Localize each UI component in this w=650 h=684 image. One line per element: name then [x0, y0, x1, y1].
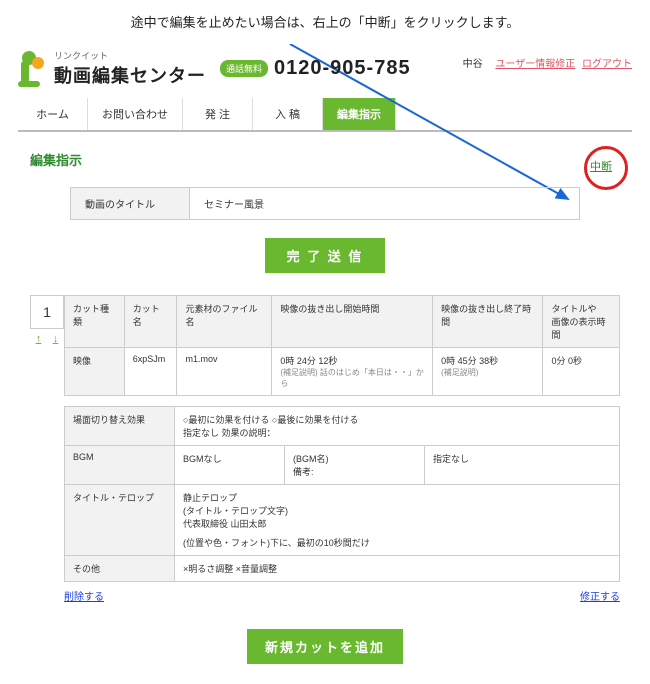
cell-start: 0時 24分 12秒 (補足説明) 話のはじめ「本日は・・」から — [272, 348, 433, 396]
nav-tabs: ホーム お問い合わせ 発 注 入 稿 編集指示 — [18, 98, 632, 132]
user-area: 中谷 ユーザー情報修正 ログアウト — [463, 55, 632, 70]
add-cut-button[interactable]: 新規カットを追加 — [247, 629, 403, 664]
cell-duration: 0分 0秒 — [543, 348, 620, 396]
row-other: その他 ×明るさ調整 ×音量調整 — [65, 556, 620, 582]
nav-order[interactable]: 発 注 — [183, 98, 253, 130]
cancel-link[interactable]: 中断 — [590, 161, 612, 173]
row-telop: タイトル・テロップ 静止テロップ (タイトル・テロップ文字) 代表取締役 山田太… — [65, 485, 620, 556]
table-row: 映像 6xpSJm m1.mov 0時 24分 12秒 (補足説明) 話のはじめ… — [65, 348, 620, 396]
th-file: 元素材のファイル名 — [177, 296, 272, 348]
nav-submit[interactable]: 入 稿 — [253, 98, 323, 130]
th-type: カット種類 — [65, 296, 125, 348]
cut-table: カット種類 カット名 元素材のファイル名 映像の抜き出し開始時間 映像の抜き出し… — [64, 295, 620, 396]
title-value[interactable]: セミナー風景 — [190, 187, 580, 220]
row-scene: 場面切り替え効果 ○最初に効果を付ける ○最後に効果を付ける 指定なし 効果の説… — [65, 407, 620, 446]
submit-button[interactable]: 完 了 送 信 — [265, 238, 386, 273]
cell-type: 映像 — [65, 348, 125, 396]
nav-home[interactable]: ホーム — [18, 98, 88, 130]
logo-icon — [18, 51, 46, 87]
move-down-icon[interactable]: ↓ — [53, 333, 59, 345]
cell-name: 6xpSJm — [124, 348, 177, 396]
nav-contact[interactable]: お問い合わせ — [88, 98, 183, 130]
brand-sub: リンクイット — [54, 49, 206, 62]
th-name: カット名 — [124, 296, 177, 348]
th-duration: タイトルや 画像の表示時間 — [543, 296, 620, 348]
move-up-icon[interactable]: ↑ — [36, 333, 42, 345]
cell-file: m1.mov — [177, 348, 272, 396]
brand-main: 動画編集センター — [54, 62, 206, 88]
nav-edit-instruction[interactable]: 編集指示 — [323, 98, 396, 130]
cut-block: 1 ↑ ↓ カット種類 カット名 元素材のファイル名 映像の抜き出し開始時間 映… — [30, 295, 620, 396]
cell-end: 0時 45分 38秒 (補足説明) — [433, 348, 543, 396]
user-edit-link[interactable]: ユーザー情報修正 — [495, 59, 575, 70]
row-bgm: BGM BGMなし (BGM名) 備考: 指定なし — [65, 446, 620, 485]
tel-number: 0120-905-785 — [274, 57, 411, 80]
cut-number: 1 — [30, 295, 64, 329]
delete-link[interactable]: 削除する — [64, 588, 104, 603]
brand: リンクイット 動画編集センター — [54, 49, 206, 88]
bottom-links: 削除する 修正する — [64, 588, 620, 603]
th-start: 映像の抜き出し開始時間 — [272, 296, 433, 348]
user-name: 中谷 — [463, 59, 483, 70]
th-end: 映像の抜き出し終了時間 — [433, 296, 543, 348]
detail-table: 場面切り替え効果 ○最初に効果を付ける ○最後に効果を付ける 指定なし 効果の説… — [64, 406, 620, 582]
instruction-note: 途中で編集を止めたい場合は、右上の「中断」をクリックします。 — [0, 0, 650, 49]
tel-badge: 通話無料 — [220, 60, 268, 77]
title-row: 動画のタイトル セミナー風景 — [70, 187, 580, 220]
header: リンクイット 動画編集センター 通話無料 0120-905-785 中谷 ユーザ… — [0, 49, 650, 98]
logout-link[interactable]: ログアウト — [582, 59, 632, 70]
edit-link[interactable]: 修正する — [580, 588, 620, 603]
section-title: 編集指示 — [30, 150, 620, 169]
title-label: 動画のタイトル — [70, 187, 190, 220]
